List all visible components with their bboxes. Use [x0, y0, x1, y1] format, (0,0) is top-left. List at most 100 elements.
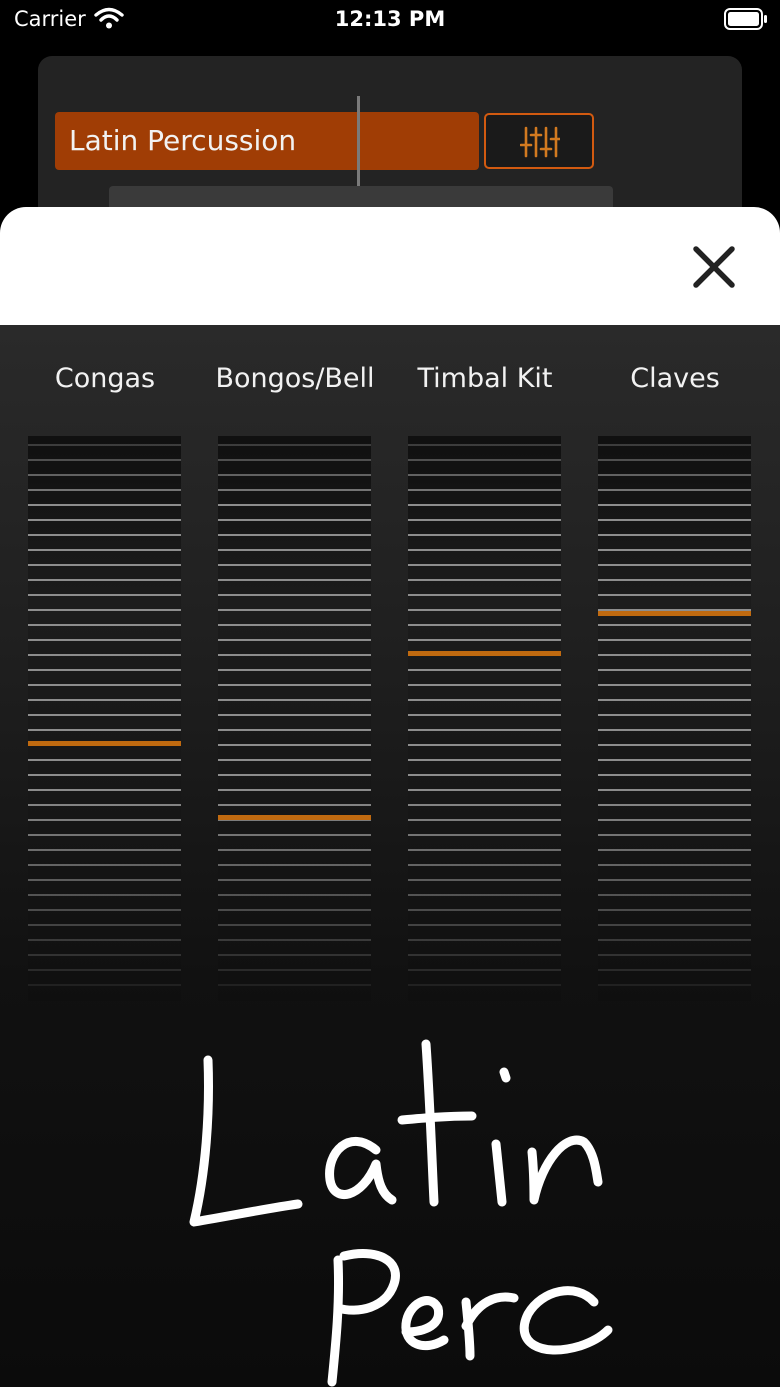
fader-tick: [408, 744, 561, 746]
fader-tick: [218, 594, 371, 596]
fader-tick: [598, 699, 751, 701]
fader-tick: [218, 654, 371, 656]
fader-level-indicator[interactable]: [408, 651, 561, 656]
fader-tick: [28, 444, 181, 446]
fader-tick: [218, 699, 371, 701]
fader-tick: [28, 714, 181, 716]
fader-tick: [218, 744, 371, 746]
fader-tick: [598, 684, 751, 686]
fader-tick: [218, 909, 371, 911]
fader-tick: [598, 804, 751, 806]
fader-tick: [598, 864, 751, 866]
fader-tick: [598, 654, 751, 656]
fader-claves[interactable]: [598, 436, 751, 1001]
fader-level-indicator[interactable]: [218, 815, 371, 820]
fader-tick: [218, 579, 371, 581]
sliders-icon: [520, 126, 560, 158]
fader-tick: [28, 789, 181, 791]
fader-tick: [408, 474, 561, 476]
sheet-header: [0, 207, 780, 325]
fader-tick: [598, 444, 751, 446]
fader-tick: [598, 924, 751, 926]
fader-tick: [218, 519, 371, 521]
fader-tick: [408, 594, 561, 596]
fader-tick: [218, 894, 371, 896]
status-bar: Carrier 12:13 PM: [0, 0, 780, 40]
fader-tick: [218, 864, 371, 866]
fader-tick: [28, 879, 181, 881]
fader-tick: [598, 669, 751, 671]
fader-tick: [598, 969, 751, 971]
fader-tick: [28, 654, 181, 656]
fader-tick: [28, 594, 181, 596]
fader-tick: [598, 759, 751, 761]
channel-label-congas: Congas: [54, 363, 156, 394]
fader-timbal-kit[interactable]: [408, 436, 561, 1001]
fader-tick: [28, 609, 181, 611]
fader-tick: [408, 759, 561, 761]
fader-tick: [28, 684, 181, 686]
fader-tick: [598, 954, 751, 956]
fader-tick: [28, 939, 181, 941]
fader-tick: [408, 804, 561, 806]
close-icon[interactable]: [686, 239, 742, 295]
fader-tick: [408, 639, 561, 641]
fader-tick: [218, 804, 371, 806]
fader-tick: [408, 609, 561, 611]
fader-tick: [218, 474, 371, 476]
fader-tick: [218, 879, 371, 881]
fader-tick: [28, 849, 181, 851]
fader-tick: [408, 819, 561, 821]
fader-tick: [598, 579, 751, 581]
fader-tick: [598, 474, 751, 476]
fader-tick: [598, 459, 751, 461]
fader-tick: [218, 939, 371, 941]
fader-tick: [218, 639, 371, 641]
fader-tick: [218, 534, 371, 536]
status-time: 12:13 PM: [334, 7, 446, 31]
fader-tick: [28, 774, 181, 776]
fader-tick: [28, 954, 181, 956]
fader-tick: [218, 834, 371, 836]
fader-tick: [218, 459, 371, 461]
channel-label-claves: Claves: [630, 363, 720, 394]
fader-tick: [28, 924, 181, 926]
fader-tick: [598, 564, 751, 566]
fader-tick: [218, 684, 371, 686]
fader-tick: [28, 969, 181, 971]
fader-tick: [408, 924, 561, 926]
fader-tick: [218, 969, 371, 971]
fader-tick: [598, 909, 751, 911]
fader-tick: [408, 879, 561, 881]
fader-tick: [408, 984, 561, 986]
fader-tick: [408, 729, 561, 731]
fader-tick: [408, 444, 561, 446]
fader-tick: [598, 504, 751, 506]
fader-tick: [218, 609, 371, 611]
fader-tick: [218, 789, 371, 791]
fader-tick: [408, 459, 561, 461]
fader-tick: [28, 909, 181, 911]
channel-label-bongos-bell: Bongos/Bell: [215, 363, 375, 394]
fader-level-indicator[interactable]: [598, 611, 751, 616]
fader-tick: [28, 474, 181, 476]
fader-tick: [598, 489, 751, 491]
fader-tick: [408, 849, 561, 851]
fader-tick: [28, 534, 181, 536]
fader-tick: [408, 834, 561, 836]
fader-tick: [218, 984, 371, 986]
fader-tick: [28, 819, 181, 821]
preset-button[interactable]: Latin Percussion: [55, 112, 479, 170]
fader-tick: [598, 594, 751, 596]
fader-tick: [408, 954, 561, 956]
fader-tick: [218, 564, 371, 566]
fader-tick: [408, 579, 561, 581]
mixer-settings-button[interactable]: [484, 113, 594, 169]
channel-label-timbal-kit: Timbal Kit: [417, 363, 553, 394]
fader-tick: [28, 519, 181, 521]
fader-tick: [28, 699, 181, 701]
fader-congas[interactable]: [28, 436, 181, 1001]
fader-bongos-bell[interactable]: [218, 436, 371, 1001]
fader-tick: [598, 894, 751, 896]
fader-level-indicator[interactable]: [28, 741, 181, 746]
